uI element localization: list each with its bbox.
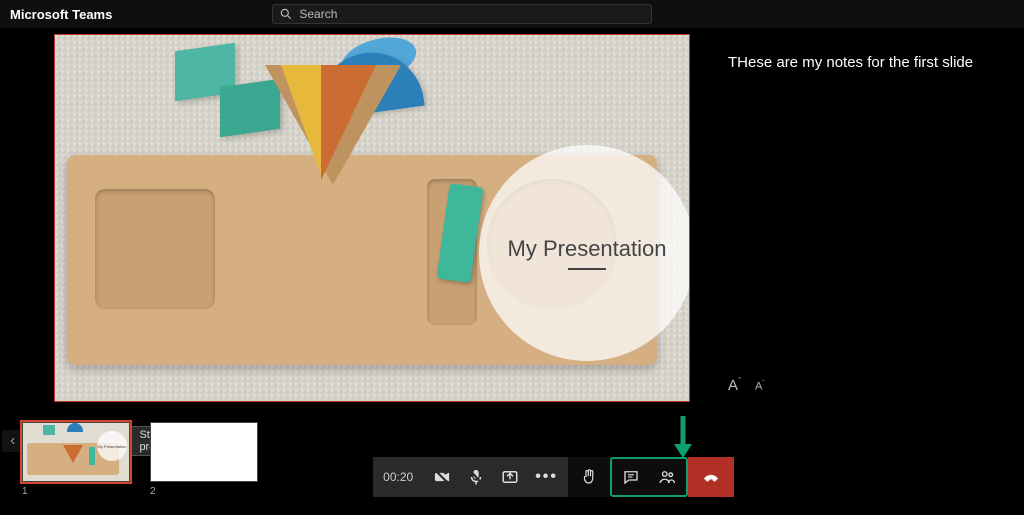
- title-bar: Microsoft Teams Search: [0, 0, 1024, 28]
- camera-off-icon[interactable]: [433, 468, 451, 486]
- more-actions-button[interactable]: •••: [535, 468, 558, 486]
- slide-title: My Presentation: [508, 236, 667, 262]
- chat-icon[interactable]: [622, 468, 640, 486]
- call-duration: 00:20: [383, 470, 413, 484]
- thumbnail-number: 2: [150, 486, 258, 497]
- raise-hand-icon[interactable]: [580, 468, 598, 486]
- notes-font-controls: Aˆ Aˇ: [728, 376, 1016, 394]
- prev-slide-button[interactable]: [8, 435, 18, 447]
- triangle-piece-yellow: [281, 65, 321, 175]
- slide-thumbnails: My Presentation 1 2: [22, 422, 258, 497]
- square-slot: [95, 189, 215, 309]
- bottom-strip: Slide 1 of 2 Stop presenting My Presenta…: [0, 408, 1024, 515]
- title-bubble: My Presentation: [479, 145, 690, 361]
- annotation-arrow: [672, 414, 694, 463]
- meeting-stage: My Presentation THese are my notes for t…: [0, 28, 1024, 408]
- search-icon: [279, 7, 293, 21]
- presented-slide-area: My Presentation: [0, 28, 698, 408]
- increase-font-button[interactable]: Aˆ: [728, 376, 741, 394]
- current-slide[interactable]: My Presentation: [54, 34, 690, 402]
- decrease-font-button[interactable]: Aˇ: [755, 380, 765, 393]
- thumbnail-item[interactable]: My Presentation 1: [22, 422, 130, 497]
- search-placeholder: Search: [299, 7, 337, 21]
- presenter-notes-text: THese are my notes for the first slide: [728, 54, 1016, 71]
- hang-up-button[interactable]: [688, 457, 734, 497]
- title-underline: [568, 268, 606, 270]
- mic-off-icon[interactable]: [467, 468, 485, 486]
- thumbnail-item[interactable]: 2: [150, 422, 258, 497]
- app-title: Microsoft Teams: [10, 7, 112, 22]
- search-input[interactable]: Search: [272, 4, 652, 24]
- presenter-notes-panel: THese are my notes for the first slide A…: [698, 28, 1024, 408]
- highlighted-controls: [610, 457, 688, 497]
- thumbnail-2[interactable]: [150, 422, 258, 482]
- participants-icon[interactable]: [658, 468, 676, 486]
- hang-up-icon: [702, 468, 720, 486]
- triangle-piece-orange: [321, 65, 376, 180]
- thumbnail-1[interactable]: My Presentation: [22, 422, 130, 482]
- share-tray-icon[interactable]: [501, 468, 519, 486]
- call-control-bar: 00:20 •••: [373, 457, 734, 497]
- thumbnail-number: 1: [22, 486, 130, 497]
